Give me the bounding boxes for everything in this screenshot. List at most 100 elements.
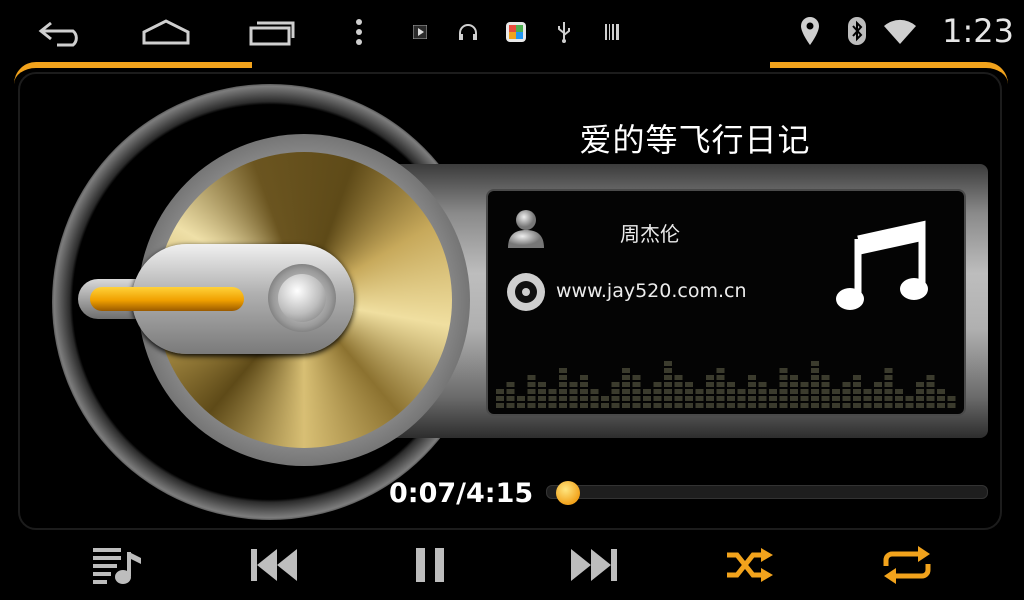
equalizer-segment: [664, 396, 672, 401]
equalizer-segment: [674, 403, 683, 408]
equalizer-segment: [884, 375, 893, 380]
seek-bar[interactable]: [546, 485, 988, 499]
equalizer-segment: [632, 375, 641, 380]
equalizer-segment: [748, 396, 756, 401]
equalizer-segment: [779, 375, 788, 380]
equalizer-segment: [926, 403, 935, 408]
overflow-menu-button[interactable]: [350, 16, 368, 48]
equalizer-segment: [769, 389, 777, 394]
equalizer-segment: [506, 389, 515, 394]
equalizer-segment: [632, 403, 641, 408]
equalizer-segment: [853, 382, 861, 387]
equalizer-segment: [601, 403, 609, 408]
equalizer-segment: [559, 389, 567, 394]
equalizer-segment: [863, 389, 872, 394]
equalizer-segment: [790, 382, 798, 387]
equalizer-segment: [779, 389, 788, 394]
equalizer-segment: [811, 403, 819, 408]
equalizer-segment: [884, 396, 893, 401]
equalizer-segment: [779, 403, 788, 408]
pause-button[interactable]: [404, 534, 456, 596]
equalizer-segment: [622, 389, 630, 394]
song-title: 爱的等飞行日记: [579, 121, 811, 159]
equalizer-segment: [811, 389, 819, 394]
equalizer-segment: [884, 368, 893, 373]
equalizer-segment: [538, 382, 546, 387]
equalizer-segment: [811, 361, 819, 366]
equalizer-segment: [695, 403, 704, 408]
music-note-icon: [836, 220, 928, 310]
equalizer-segment: [800, 403, 809, 408]
equalizer-segment: [758, 396, 767, 401]
repeat-icon: [883, 546, 931, 584]
equalizer-segment: [727, 382, 735, 387]
equalizer-segment: [716, 389, 725, 394]
previous-button[interactable]: [242, 534, 304, 596]
home-button[interactable]: [138, 16, 194, 48]
equalizer-segment: [748, 382, 756, 387]
equalizer-segment: [653, 389, 662, 394]
equalizer-segment: [821, 389, 830, 394]
artist-name: 周杰伦: [620, 222, 680, 246]
equalizer-segment: [842, 396, 851, 401]
next-icon: [571, 549, 617, 581]
equalizer-segment: [559, 375, 567, 380]
equalizer-segment: [727, 389, 735, 394]
seek-thumb[interactable]: [555, 481, 580, 505]
equalizer-segment: [496, 396, 504, 401]
equalizer-segment: [559, 368, 567, 373]
equalizer-segment: [811, 368, 819, 373]
recent-apps-button[interactable]: [246, 14, 298, 50]
equalizer-segment: [559, 396, 567, 401]
equalizer-segment: [506, 382, 515, 387]
location-icon: [798, 14, 822, 48]
equalizer-segment: [569, 382, 578, 387]
equalizer-segment: [926, 389, 935, 394]
equalizer-segment: [695, 389, 704, 394]
equalizer-segment: [580, 375, 588, 380]
equalizer-segment: [779, 382, 788, 387]
equalizer-segment: [538, 403, 546, 408]
equalizer-segment: [695, 396, 704, 401]
equalizer-segment: [916, 389, 924, 394]
equalizer-segment: [853, 396, 861, 401]
equalizer-segment: [821, 396, 830, 401]
equalizer-segment: [874, 389, 882, 394]
equalizer-segment: [716, 396, 725, 401]
home-icon: [142, 19, 190, 45]
equalizer-segment: [790, 375, 798, 380]
equalizer-segment: [538, 396, 546, 401]
equalizer-segment: [496, 389, 504, 394]
wifi-icon: [882, 16, 918, 46]
equalizer-segment: [653, 396, 662, 401]
equalizer-segment: [758, 382, 767, 387]
equalizer-segment: [527, 403, 536, 408]
equalizer-segment: [706, 389, 714, 394]
shuffle-button[interactable]: [718, 534, 780, 596]
equalizer-segment: [737, 389, 746, 394]
equalizer-segment: [559, 382, 567, 387]
equalizer-segment: [821, 403, 830, 408]
equalizer-segment: [874, 396, 882, 401]
next-button[interactable]: [564, 534, 626, 596]
equalizer-segment: [643, 389, 651, 394]
equalizer-segment: [685, 389, 693, 394]
equalizer-segment: [643, 396, 651, 401]
equalizer-segment: [527, 389, 536, 394]
equalizer-segment: [506, 396, 515, 401]
equalizer-segment: [517, 403, 525, 408]
equalizer-segment: [758, 389, 767, 394]
equalizer-segment: [811, 375, 819, 380]
equalizer-segment: [821, 382, 830, 387]
equalizer-segment: [685, 396, 693, 401]
previous-icon: [251, 549, 297, 581]
equalizer-segment: [947, 396, 956, 401]
back-button[interactable]: [36, 14, 88, 50]
equalizer-segment: [674, 375, 683, 380]
equalizer-segment: [569, 403, 578, 408]
playlist-button[interactable]: [86, 534, 148, 596]
equalizer-segment: [937, 403, 945, 408]
equalizer-segment: [685, 403, 693, 408]
album-icon: [507, 273, 545, 311]
repeat-button[interactable]: [876, 534, 938, 596]
